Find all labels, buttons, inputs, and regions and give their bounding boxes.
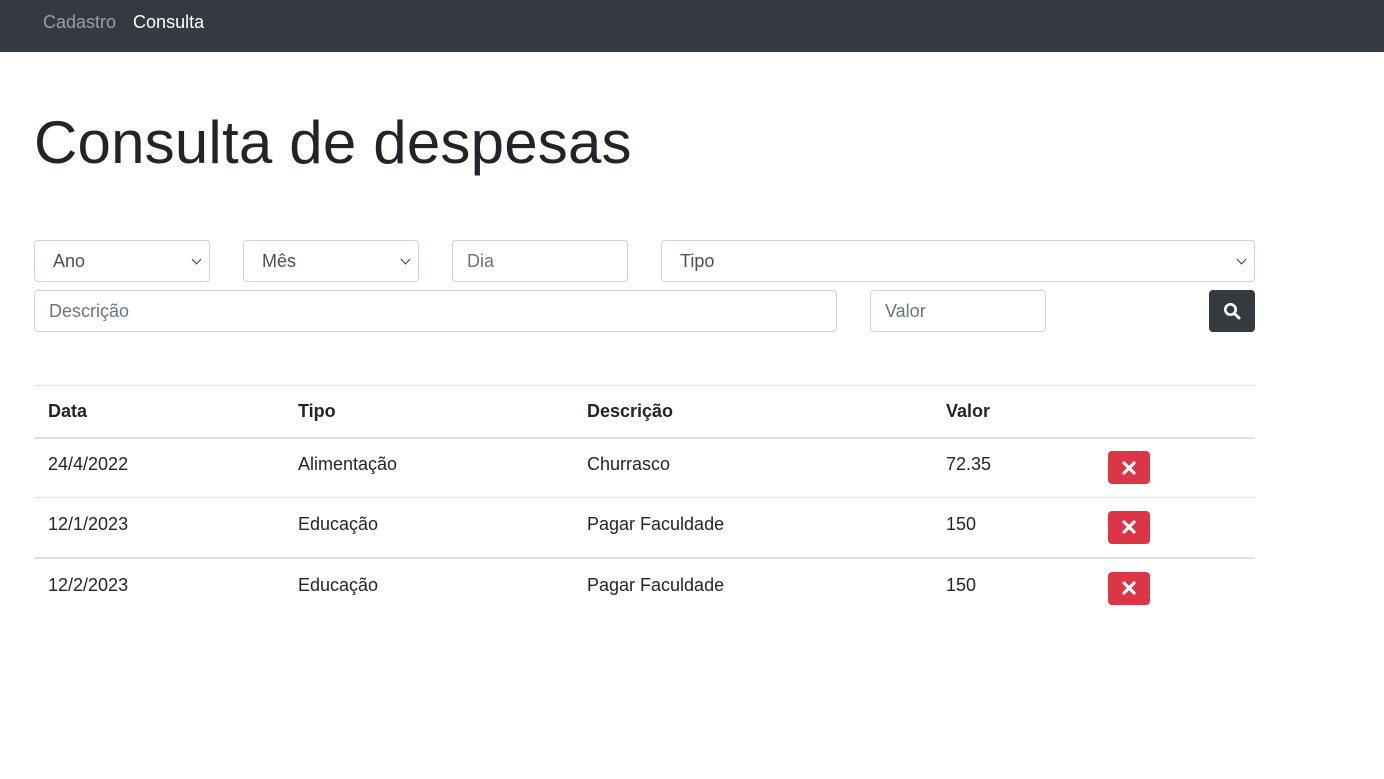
ano-select[interactable]: Ano [34, 240, 210, 282]
tipo-select-value: Tipo [680, 250, 715, 271]
cell-actions [1094, 558, 1255, 618]
table-row: 12/1/2023 Educação Pagar Faculdade 150 [34, 497, 1255, 559]
cell-descricao: Pagar Faculdade [573, 497, 932, 559]
expenses-table: Data Tipo Descrição Valor 24/4/2022 Alim… [34, 385, 1255, 618]
cell-data: 24/4/2022 [34, 437, 284, 498]
column-header-valor: Valor [932, 385, 1094, 439]
chevron-down-icon [400, 254, 411, 265]
delete-button[interactable] [1108, 451, 1150, 485]
cell-valor: 72.35 [932, 437, 1094, 498]
nav-link-cadastro[interactable]: Cadastro [43, 12, 116, 33]
chevron-down-icon [1236, 254, 1247, 265]
cell-valor: 150 [932, 497, 1094, 559]
search-icon [1224, 303, 1241, 320]
nav-link-consulta[interactable]: Consulta [133, 12, 204, 33]
delete-button[interactable] [1108, 510, 1150, 544]
valor-input[interactable]: Valor [870, 290, 1046, 332]
chevron-down-icon [191, 254, 202, 265]
column-header-tipo: Tipo [284, 385, 573, 439]
delete-button[interactable] [1108, 571, 1150, 605]
dia-placeholder: Dia [467, 250, 495, 271]
cell-tipo: Educação [298, 574, 379, 595]
cell-tipo: Educação [284, 497, 573, 559]
mes-select-value: Mês [262, 250, 297, 271]
cell-tipo: Alimentação [284, 437, 573, 498]
cell-data: 12/2/2023 [48, 574, 129, 595]
ano-select-value: Ano [53, 250, 86, 271]
cell-descricao: Churrasco [573, 437, 932, 498]
search-button[interactable] [1209, 290, 1255, 332]
times-icon [1122, 581, 1136, 595]
table-row: 24/4/2022 Alimentação Churrasco 72.35 [34, 437, 1255, 498]
column-header-data: Data [34, 385, 284, 439]
column-header-actions [1094, 385, 1255, 439]
descricao-placeholder: Descrição [49, 300, 130, 321]
cell-data: 12/1/2023 [34, 497, 284, 559]
navbar: Cadastro Consulta [0, 0, 1384, 52]
dia-input[interactable]: Dia [452, 240, 628, 282]
cell-descricao: Pagar Faculdade [587, 574, 725, 595]
times-icon [1122, 461, 1136, 475]
valor-placeholder: Valor [885, 300, 926, 321]
column-header-descricao: Descrição [573, 385, 932, 439]
table-row: 12/2/2023 Educação Pagar Faculdade 150 [34, 558, 1255, 618]
times-icon [1122, 520, 1136, 534]
page-title: Consulta de despesas [34, 109, 632, 176]
cell-actions [1094, 437, 1255, 498]
mes-select[interactable]: Mês [243, 240, 419, 282]
cell-actions [1094, 497, 1255, 559]
tipo-select[interactable]: Tipo [661, 240, 1255, 282]
descricao-input[interactable]: Descrição [34, 290, 837, 332]
table-header-row: Data Tipo Descrição Valor [34, 385, 1255, 439]
cell-valor: 150 [946, 574, 977, 595]
